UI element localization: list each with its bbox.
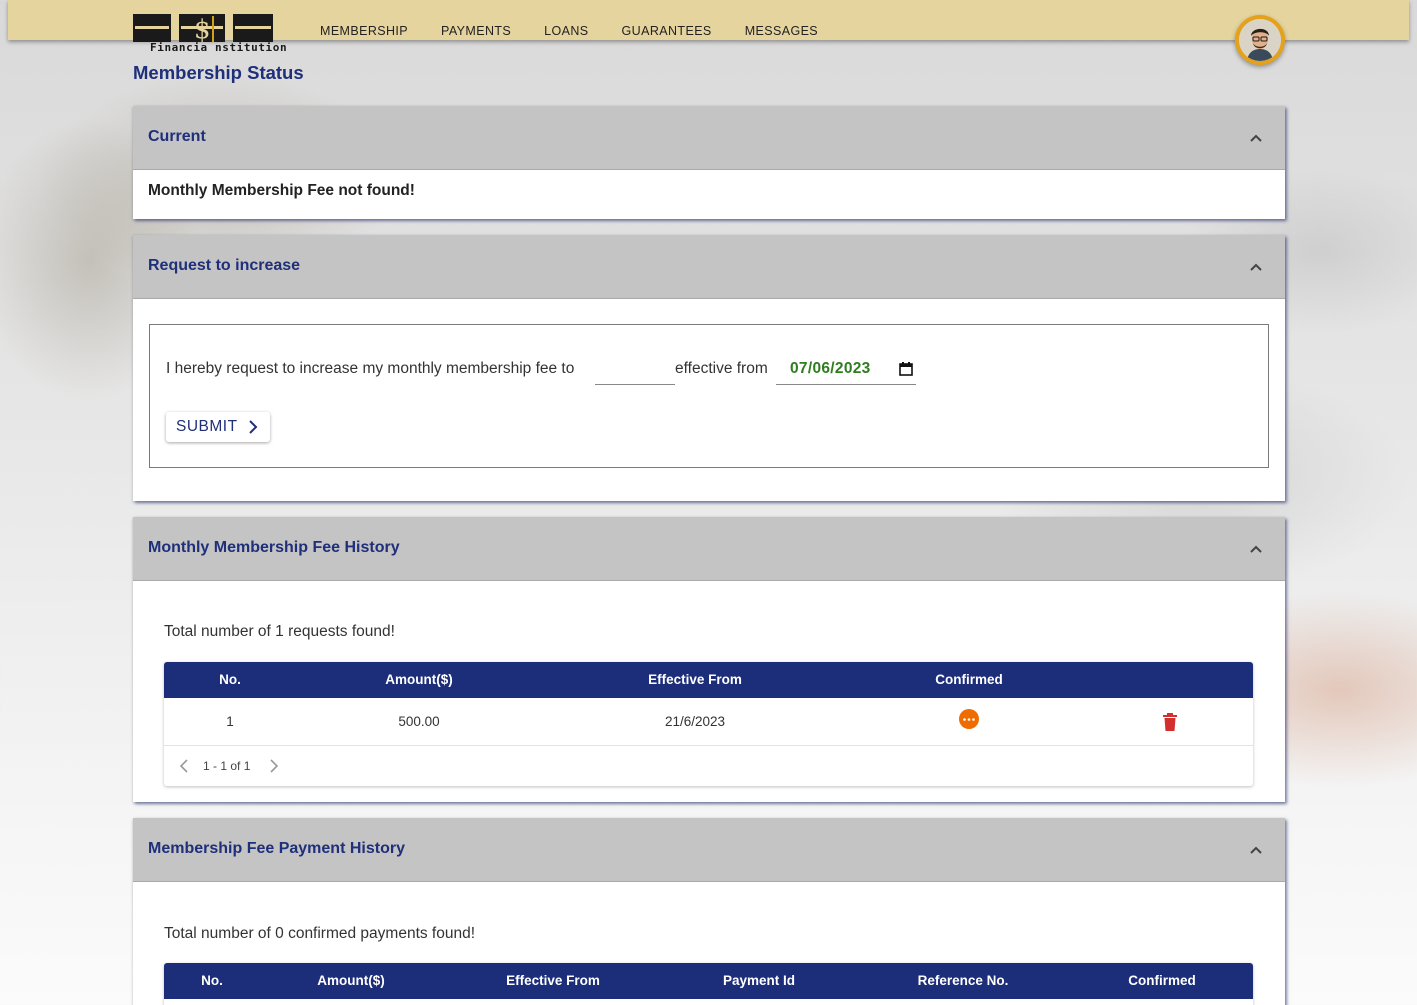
col-confirmed[interactable]: Confirmed (935, 672, 1003, 687)
request-panel-header[interactable]: Request to increase (133, 235, 1285, 299)
payment-history-panel-header[interactable]: Membership Fee Payment History (133, 818, 1285, 882)
svg-text:$: $ (194, 15, 211, 42)
user-avatar[interactable] (1235, 15, 1285, 65)
fee-history-panel: Monthly Membership Fee History Total num… (133, 517, 1285, 802)
avatar-portrait-icon (1239, 19, 1281, 61)
requests-total-text: Total number of 1 requests found! (164, 623, 395, 640)
fee-not-found-message: Monthly Membership Fee not found! (148, 182, 415, 199)
fee-history-panel-header[interactable]: Monthly Membership Fee History (133, 517, 1285, 581)
pagination: 1 - 1 of 1 (164, 746, 1253, 786)
table-header: No. Amount($) Effective From Confirmed (164, 662, 1253, 698)
payment-history-panel-title: Membership Fee Payment History (148, 840, 405, 857)
effective-date-input[interactable]: 07/06/2023 (776, 353, 916, 385)
chevron-up-icon[interactable] (1249, 131, 1263, 145)
request-panel-title: Request to increase (148, 257, 301, 274)
chevron-left-icon[interactable] (179, 759, 189, 773)
row-amount: 500.00 (398, 714, 440, 729)
fee-history-table: No. Amount($) Effective From Confirmed 1… (164, 662, 1253, 786)
fee-history-panel-title: Monthly Membership Fee History (148, 539, 400, 556)
payment-history-panel: Membership Fee Payment History Total num… (133, 818, 1285, 1005)
nav-membership[interactable]: MEMBERSHIP (320, 24, 408, 38)
effective-date-value: 07/06/2023 (790, 360, 871, 377)
col-effective-from[interactable]: Effective From (648, 672, 742, 687)
nav-payments[interactable]: PAYMENTS (441, 24, 511, 38)
payment-history-table: No. Amount($) Effective From Payment Id … (164, 963, 1253, 1005)
fee-amount-input[interactable] (595, 353, 675, 385)
chevron-right-icon[interactable] (269, 759, 279, 773)
trash-icon[interactable] (1163, 713, 1177, 731)
submit-label: SUBMIT (176, 418, 238, 435)
table-header: No. Amount($) Effective From Payment Id … (164, 963, 1253, 999)
col-amount[interactable]: Amount($) (385, 672, 453, 687)
nav-guarantees[interactable]: GUARANTEES (622, 24, 712, 38)
logo-mark-icon: $ (133, 14, 273, 42)
pending-dots-icon[interactable] (959, 709, 979, 729)
current-panel-title: Current (148, 128, 206, 145)
chevron-up-icon[interactable] (1249, 843, 1263, 857)
table-row: 1 500.00 21/6/2023 (164, 698, 1253, 746)
request-text: I hereby request to increase my monthly … (166, 360, 575, 377)
main-nav: MEMBERSHIP PAYMENTS LOANS GUARANTEES MES… (320, 24, 851, 38)
chevron-right-icon (249, 420, 258, 434)
col-effective-from[interactable]: Effective From (506, 973, 600, 988)
col-no[interactable]: No. (201, 973, 223, 988)
nav-loans[interactable]: LOANS (544, 24, 588, 38)
col-no[interactable]: No. (219, 672, 241, 687)
effective-from-label: effective from (675, 360, 768, 377)
ellipsis-icon (963, 718, 975, 721)
calendar-icon[interactable] (899, 362, 913, 376)
current-panel-header[interactable]: Current (133, 106, 1285, 170)
current-panel: Current Monthly Membership Fee not found… (133, 106, 1285, 219)
page-title: Membership Status (133, 62, 304, 83)
nav-messages[interactable]: MESSAGES (745, 24, 818, 38)
chevron-up-icon[interactable] (1249, 542, 1263, 556)
submit-button[interactable]: SUBMIT (166, 412, 270, 442)
col-amount[interactable]: Amount($) (317, 973, 385, 988)
brand-name: Financia nstitution (150, 41, 288, 54)
request-panel: Request to increase I hereby request to … (133, 235, 1285, 501)
brand-logo[interactable]: $ Financia nstitution (133, 14, 288, 54)
pagination-range: 1 - 1 of 1 (203, 759, 251, 773)
col-reference-no[interactable]: Reference No. (918, 973, 1009, 988)
col-confirmed[interactable]: Confirmed (1128, 973, 1196, 988)
row-no: 1 (226, 714, 234, 729)
col-payment-id[interactable]: Payment Id (723, 973, 795, 988)
chevron-up-icon[interactable] (1249, 260, 1263, 274)
payments-total-text: Total number of 0 confirmed payments fou… (164, 925, 476, 942)
row-effective-from: 21/6/2023 (664, 714, 726, 729)
request-form: I hereby request to increase my monthly … (149, 324, 1269, 468)
